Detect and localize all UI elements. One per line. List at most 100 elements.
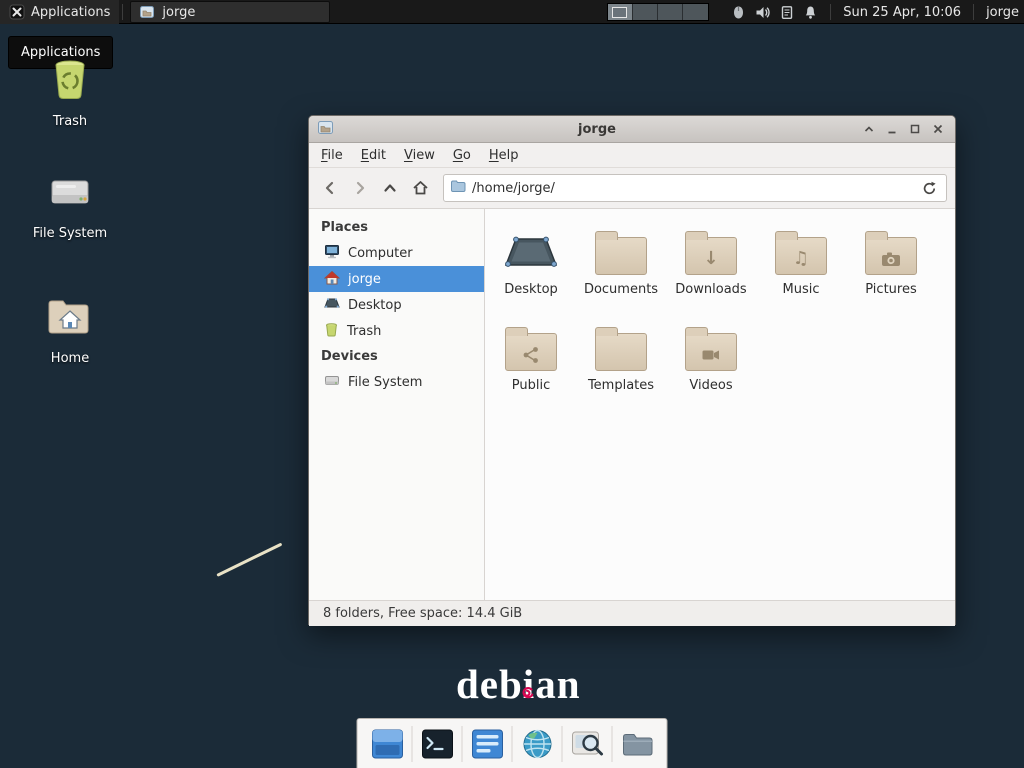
folder-item-documents[interactable]: Documents [576, 223, 666, 319]
folder-label: Templates [588, 378, 654, 393]
location-input[interactable] [472, 181, 912, 196]
menu-go[interactable]: Go [445, 145, 479, 166]
trash-icon [48, 56, 92, 106]
folder-publicshare-icon [505, 333, 557, 371]
statusbar: 8 folders, Free space: 14.4 GiB [309, 600, 955, 626]
folder-item-templates[interactable]: Templates [576, 319, 666, 415]
dock-separator [612, 726, 613, 762]
workspace-1[interactable] [608, 4, 633, 20]
desktop-icon-label: File System [33, 226, 107, 241]
close-button[interactable] [929, 120, 947, 138]
mouse-tray-icon[interactable] [731, 5, 746, 20]
music-note-emblem: ♫ [793, 250, 809, 268]
home-button[interactable] [407, 175, 433, 201]
sidebar-item-label: jorge [348, 272, 381, 287]
dock-application-finder-button[interactable] [565, 722, 610, 766]
folder-item-music[interactable]: ♫ Music [756, 223, 846, 319]
user-desktop-icon [504, 225, 558, 279]
menu-file[interactable]: File [313, 145, 351, 166]
application-finder-icon [570, 728, 604, 760]
sidebar-item-computer[interactable]: Computer [309, 240, 484, 266]
workspace-2[interactable] [633, 4, 658, 20]
folder-item-desktop[interactable]: Desktop [486, 223, 576, 319]
notifications-bell-icon[interactable] [803, 5, 818, 20]
video-camera-emblem [702, 348, 721, 362]
up-button[interactable] [377, 175, 403, 201]
folder-item-pictures[interactable]: Pictures [846, 223, 936, 319]
status-text: 8 folders, Free space: 14.4 GiB [323, 606, 522, 621]
terminal-icon [420, 728, 454, 760]
desktop-icon-trash[interactable]: Trash [22, 56, 118, 129]
desktop-artifact-line [216, 543, 282, 577]
workspace-3[interactable] [658, 4, 683, 20]
dock-separator [412, 726, 413, 762]
menu-edit[interactable]: Edit [353, 145, 394, 166]
dock-show-desktop-button[interactable] [365, 722, 410, 766]
dock-directory-menu-button[interactable] [615, 722, 660, 766]
minimize-button[interactable] [883, 120, 901, 138]
shade-button[interactable] [860, 120, 878, 138]
home-icon [324, 270, 340, 289]
folder-item-downloads[interactable]: ↓ Downloads [666, 223, 756, 319]
folder-label: Public [512, 378, 550, 393]
desktop-icon-home[interactable]: Home [22, 295, 118, 366]
sidebar-item-desktop[interactable]: Desktop [309, 292, 484, 318]
sidebar-item-jorge[interactable]: jorge [309, 266, 484, 292]
titlebar[interactable]: jorge [309, 116, 955, 143]
menu-help[interactable]: Help [481, 145, 527, 166]
sidebar-item-label: File System [348, 375, 422, 390]
window-title: jorge [340, 122, 854, 137]
sidebar-item-label: Computer [348, 246, 413, 261]
desktop-icon-file-system[interactable]: File System [22, 170, 118, 241]
drive-mini-icon [324, 374, 340, 391]
folder-label: Documents [584, 282, 658, 297]
trash-mini-icon [324, 322, 339, 341]
workspace-4[interactable] [683, 4, 708, 20]
top-panel: Applications jorge [0, 0, 1024, 24]
applications-menu-icon [9, 4, 25, 20]
maximize-button[interactable] [906, 120, 924, 138]
directory-menu-folder-icon [620, 729, 654, 759]
folder-pictures-icon [865, 237, 917, 275]
dock-separator [512, 726, 513, 762]
volume-icon[interactable] [755, 5, 771, 20]
menu-view[interactable]: View [396, 145, 443, 166]
taskbar-button-jorge[interactable]: jorge [130, 1, 330, 23]
computer-icon [324, 244, 340, 263]
back-button[interactable] [317, 175, 343, 201]
folder-label: Desktop [504, 282, 558, 297]
panel-separator [830, 4, 831, 20]
sidebar-item-label: Trash [347, 324, 381, 339]
dock-file-manager-button[interactable] [465, 722, 510, 766]
toolbar [309, 168, 955, 209]
menubar: File Edit View Go Help [309, 143, 955, 168]
desktop-mini-icon [324, 296, 340, 314]
workspace-switcher[interactable] [607, 3, 709, 21]
folder-view[interactable]: Desktop Documents ↓ Downloads ♫ Music [485, 209, 955, 600]
clock[interactable]: Sun 25 Apr, 10:06 [843, 5, 961, 20]
forward-button[interactable] [347, 175, 373, 201]
location-bar[interactable] [443, 174, 947, 202]
sidebar-item-trash[interactable]: Trash [309, 318, 484, 344]
panel-separator [122, 4, 123, 20]
dock-terminal-button[interactable] [415, 722, 460, 766]
clipboard-tray-icon[interactable] [780, 5, 794, 20]
folder-item-videos[interactable]: Videos [666, 319, 756, 415]
folder-label: Downloads [675, 282, 746, 297]
taskbar-button-label: jorge [162, 5, 195, 20]
folder-item-public[interactable]: Public [486, 319, 576, 415]
camera-emblem [881, 251, 901, 267]
applications-menu-button[interactable]: Applications [0, 0, 119, 24]
folder-videos-icon [685, 333, 737, 371]
debian-text: debian [456, 661, 581, 707]
sidebar-item-file-system[interactable]: File System [309, 369, 484, 395]
file-manager-window: jorge File Edit View Go Help [308, 115, 956, 625]
reload-button[interactable] [918, 177, 940, 199]
drive-icon [48, 170, 92, 218]
dock-web-browser-button[interactable] [515, 722, 560, 766]
sidebar-item-label: Desktop [348, 298, 402, 313]
session-username[interactable]: jorge [986, 5, 1019, 20]
folder-icon [595, 333, 647, 371]
sidebar-places-header: Places [309, 215, 484, 240]
debian-swirl-icon [520, 662, 534, 710]
